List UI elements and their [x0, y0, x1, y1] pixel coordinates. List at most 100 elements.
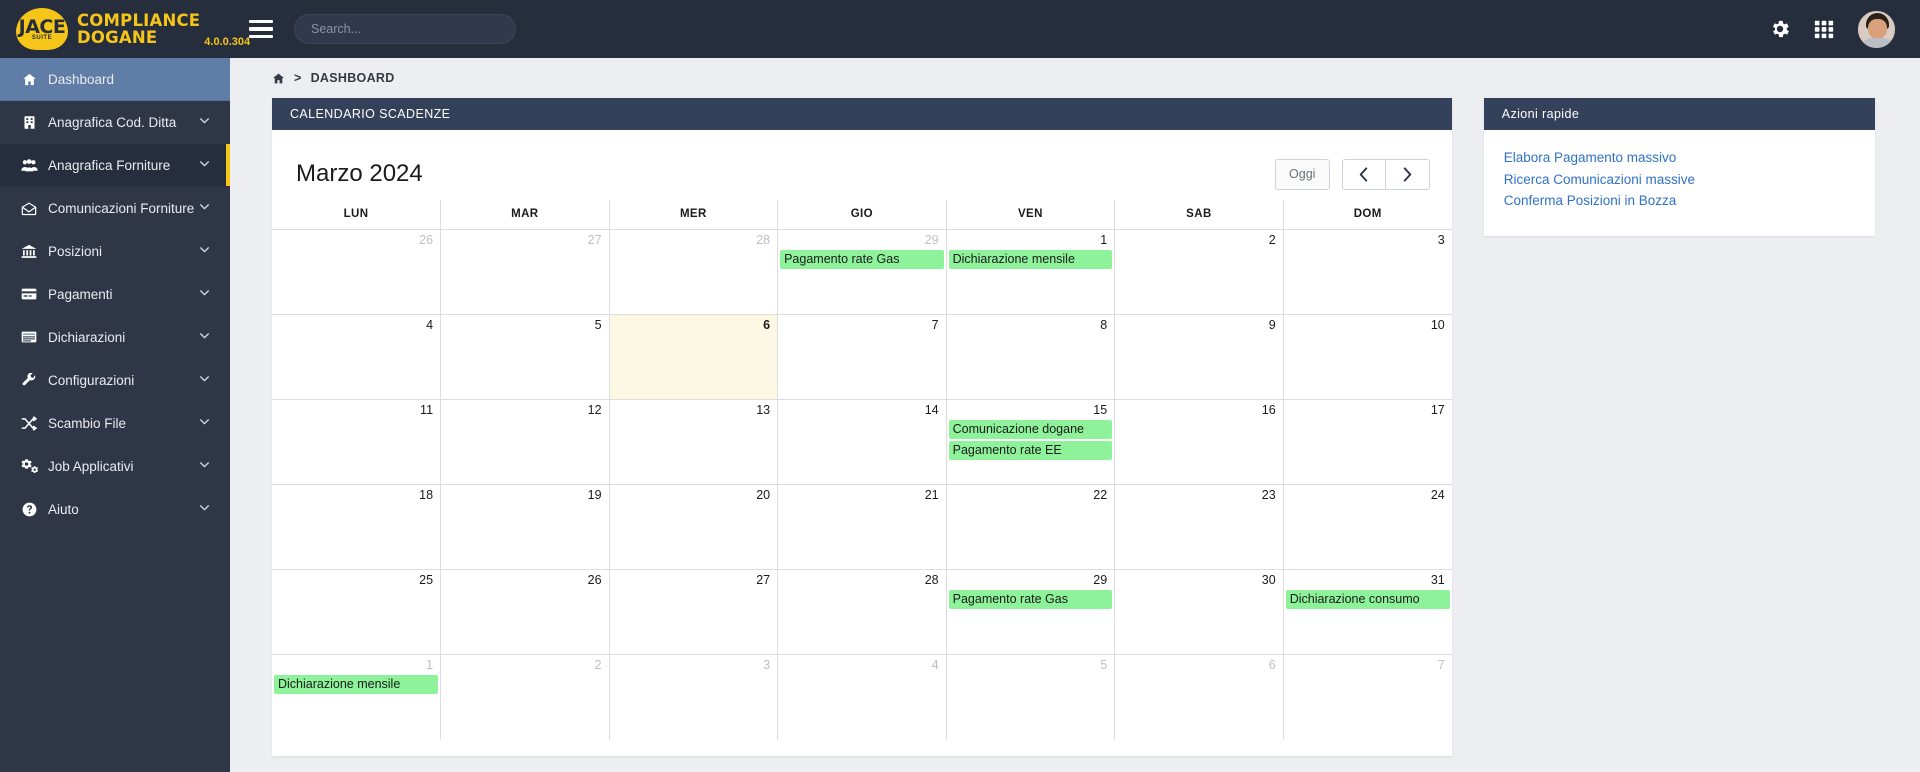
sidebar-item-pagamenti[interactable]: Pagamenti [0, 273, 230, 316]
calendar-day-number: 9 [1268, 318, 1276, 332]
home-icon[interactable] [272, 72, 285, 85]
calendar-day-number: 1 [1100, 233, 1108, 247]
calendar-day-cell[interactable]: 28 [608, 229, 779, 315]
calendar-day-cell[interactable]: 5 [945, 654, 1116, 740]
calendar-day-cell[interactable]: 27 [440, 229, 610, 315]
calendar-day-cell[interactable]: 30 [1114, 569, 1284, 655]
calendar-day-cell[interactable]: 17 [1282, 399, 1452, 485]
quick-action-link[interactable]: Elabora Pagamento massivo [1504, 147, 1855, 169]
calendar-event[interactable]: Pagamento rate Gas [780, 250, 944, 269]
calendar-event[interactable]: Dichiarazione consumo [1285, 590, 1450, 609]
calendar-event[interactable]: Dichiarazione mensile [274, 675, 439, 694]
chevron-down-icon[interactable] [198, 200, 212, 216]
calendar-day-cell[interactable]: 29 Pagamento rate Gas [945, 569, 1116, 655]
quick-action-link[interactable]: Ricerca Comunicazioni massive [1504, 169, 1855, 191]
calendar-week-row: 18 19 20 21 22 23 24 [272, 484, 1452, 570]
calendar-day-cell[interactable]: 10 [1282, 314, 1452, 400]
sidebar-item-configurazioni[interactable]: Configurazioni [0, 359, 230, 402]
calendar-weekday-lun: LUN [272, 200, 442, 230]
calendar-day-cell[interactable]: 4 [272, 314, 442, 400]
calendar-day-cell[interactable]: 29 Pagamento rate Gas [777, 229, 947, 315]
calendar-event[interactable]: Pagamento rate Gas [948, 590, 1113, 609]
calendar-event[interactable]: Pagamento rate EE [948, 441, 1113, 460]
chevron-down-icon[interactable] [198, 415, 212, 431]
calendar-event[interactable]: Comunicazione dogane [948, 420, 1113, 439]
prev-month-button[interactable] [1341, 158, 1386, 190]
sidebar-item-dashboard[interactable]: Dashboard [0, 58, 230, 101]
calendar-week-row: 1 Dichiarazione mensile 2 3 4 5 6 7 [272, 654, 1452, 740]
sidebar-item-anagrafica-forniture[interactable]: Anagrafica Forniture [0, 144, 230, 187]
menu-toggle-icon[interactable] [244, 14, 278, 44]
calendar-day-cell[interactable]: 31 Dichiarazione consumo [1282, 569, 1452, 655]
sidebar-item-anagrafica-cod-ditta[interactable]: Anagrafica Cod. Ditta [0, 101, 230, 144]
calendar-grid: LUN MAR MER GIO VEN SAB DOM 26 27 28 29 Pagamento … [272, 200, 1452, 740]
calendar-day-number: 31 [1430, 573, 1445, 587]
calendar-panel-header: CALENDARIO SCADENZE [272, 98, 1452, 130]
calendar-day-cell[interactable]: 18 [272, 484, 442, 570]
chevron-down-icon[interactable] [198, 243, 212, 259]
calendar-day-cell[interactable]: 12 [440, 399, 610, 485]
calendar-day-cell[interactable]: 26 [440, 569, 610, 655]
calendar-day-cell[interactable]: 22 [945, 484, 1116, 570]
calendar-day-cell[interactable]: 8 [945, 314, 1116, 400]
calendar-day-cell[interactable]: 21 [777, 484, 947, 570]
calendar-day-cell[interactable]: 27 [608, 569, 779, 655]
calendar-event[interactable]: Dichiarazione mensile [948, 250, 1113, 269]
quick-action-link[interactable]: Conferma Posizioni in Bozza [1504, 190, 1855, 212]
shuffle-icon [16, 415, 42, 431]
calendar-day-cell[interactable]: 28 [777, 569, 947, 655]
chevron-down-icon[interactable] [198, 157, 212, 173]
calendar-day-number: 14 [924, 403, 939, 417]
calendar-day-cell[interactable]: 3 [1282, 229, 1452, 315]
calendar-day-cell[interactable]: 2 [1114, 229, 1284, 315]
calendar-day-cell[interactable]: 5 [440, 314, 610, 400]
calendar-day-cell[interactable]: 7 [1282, 654, 1452, 740]
grid-apps-icon[interactable] [1813, 18, 1835, 40]
calendar-day-cell[interactable]: 24 [1282, 484, 1452, 570]
calendar-day-cell[interactable]: 3 [608, 654, 779, 740]
today-button[interactable]: Oggi [1274, 158, 1330, 190]
calendar-weekday-dom: DOM [1282, 200, 1452, 230]
calendar-day-cell[interactable]: 6 [1114, 654, 1284, 740]
search-input[interactable] [294, 14, 516, 44]
sidebar-item-comunicazioni-forniture[interactable]: Comunicazioni Forniture [0, 187, 230, 230]
calendar-day-number: 16 [1261, 403, 1276, 417]
calendar-day-cell[interactable]: 20 [608, 484, 779, 570]
sidebar-item-posizioni[interactable]: Posizioni [0, 230, 230, 273]
chevron-down-icon[interactable] [198, 114, 212, 130]
next-month-button[interactable] [1385, 158, 1430, 190]
calendar-day-cell[interactable]: 13 [608, 399, 779, 485]
calendar-day-cell[interactable]: 1 Dichiarazione mensile [272, 654, 442, 740]
chevron-down-icon[interactable] [198, 458, 212, 474]
calendar-day-cell[interactable]: 2 [440, 654, 610, 740]
sidebar-item-dichiarazioni[interactable]: Dichiarazioni [0, 316, 230, 359]
calendar-day-cell[interactable]: 1 Dichiarazione mensile [945, 229, 1116, 315]
calendar-day-cell[interactable]: 4 [777, 654, 947, 740]
calendar-day-cell[interactable]: 23 [1114, 484, 1284, 570]
calendar-day-cell[interactable]: 19 [440, 484, 610, 570]
sidebar-item-aiuto[interactable]: Aiuto [0, 488, 230, 531]
chevron-down-icon[interactable] [198, 329, 212, 345]
calendar-day-cell[interactable]: 9 [1114, 314, 1284, 400]
chevron-down-icon[interactable] [198, 501, 212, 517]
calendar-day-cell[interactable]: 6 [608, 314, 779, 400]
chevron-down-icon[interactable] [198, 286, 212, 302]
avatar[interactable] [1857, 9, 1896, 49]
calendar-month-title: Marzo 2024 [296, 160, 423, 187]
sidebar-item-label: Configurazioni [48, 372, 135, 388]
card-icon [16, 287, 42, 301]
calendar-day-cell[interactable]: 16 [1114, 399, 1284, 485]
sidebar-item-scambio-file[interactable]: Scambio File [0, 402, 230, 445]
sidebar-item-job-applicativi[interactable]: Job Applicativi [0, 445, 230, 488]
calendar-day-cell[interactable]: 25 [272, 569, 442, 655]
calendar-day-cell[interactable]: 11 [272, 399, 442, 485]
calendar-day-cell[interactable]: 15 Comunicazione dogane Pagamento rate EE [945, 399, 1116, 485]
calendar-day-cell[interactable]: 14 [777, 399, 947, 485]
breadcrumb: > DASHBOARD [230, 58, 1920, 98]
brand-logo[interactable]: JACE SUITE COMPLIANCE DOGANE 4.0.0.304 [0, 0, 250, 58]
gear-icon[interactable] [1769, 18, 1791, 40]
calendar-day-cell[interactable]: 7 [777, 314, 947, 400]
calendar-day-number: 8 [1100, 318, 1108, 332]
chevron-down-icon[interactable] [198, 372, 212, 388]
calendar-day-cell[interactable]: 26 [272, 229, 442, 315]
